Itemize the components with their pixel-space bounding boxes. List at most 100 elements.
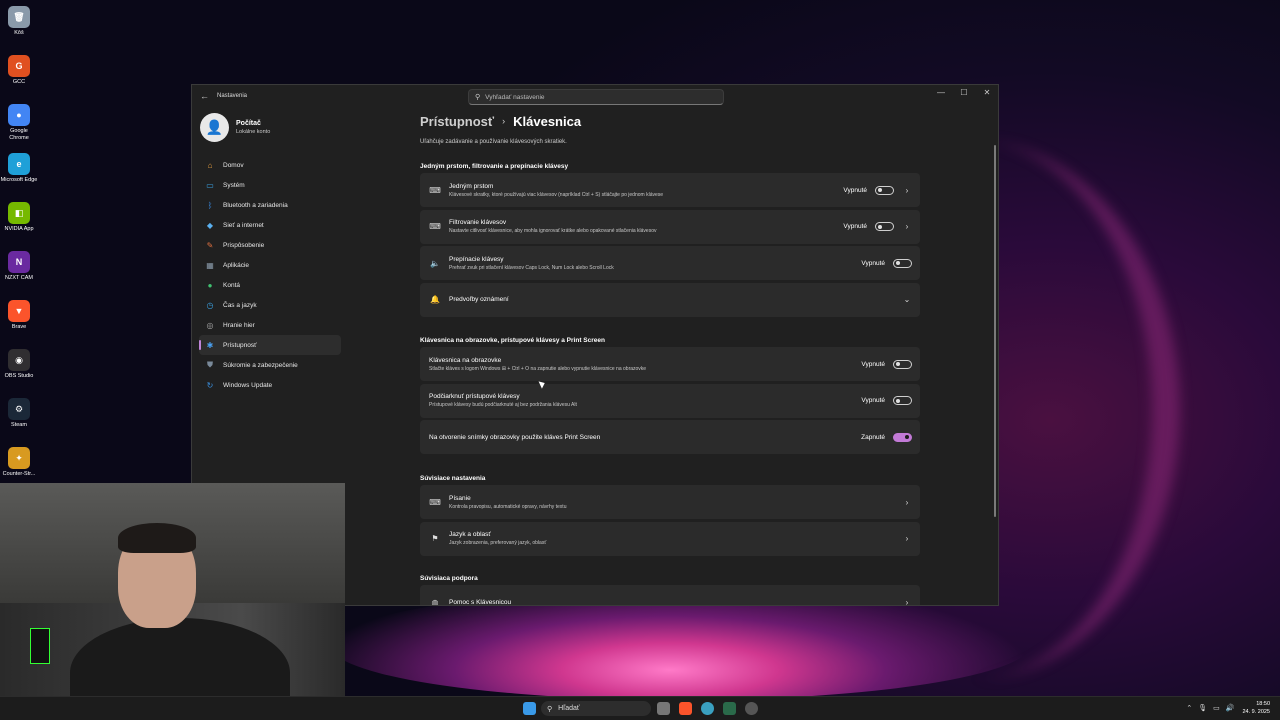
- section-heading: Súvisiaca podpora: [420, 575, 478, 582]
- setting-title: Prepínacie klávesy: [449, 255, 504, 263]
- setting-card-text: Na otvorenie snímky obrazovky použite kl…: [429, 434, 861, 441]
- task-view-icon[interactable]: [657, 702, 670, 715]
- sidebar-item[interactable]: ▭ Systém: [199, 175, 341, 195]
- sidebar-item-label: Domov: [223, 161, 244, 169]
- desktop-icon-label: Counter-Str...: [2, 471, 36, 477]
- toggle-switch[interactable]: [893, 258, 912, 268]
- setting-card[interactable]: ⌨ Jedným prstom Klávesové skratky, ktoré p…: [420, 173, 920, 207]
- desktop-icon-label: GCC: [12, 79, 26, 85]
- setting-title: Na otvorenie snímky obrazovky použite kl…: [429, 433, 601, 441]
- setting-description: Prehrať zvuk pri stlačení klávesov Caps …: [449, 264, 614, 271]
- network-icon[interactable]: ▭: [1213, 704, 1220, 712]
- breadcrumb-parent[interactable]: Prístupnosť: [420, 114, 494, 129]
- section-heading: Klávesnica na obrazovke, prístupové kláv…: [420, 337, 605, 344]
- setting-description: Klávesové skratky, ktoré používajú viac …: [449, 191, 664, 198]
- settings-search-box[interactable]: ⚲: [468, 89, 724, 105]
- desktop-icon[interactable]: N NZXT CAM: [0, 249, 38, 298]
- desktop-icon[interactable]: 🗑 Kôš: [0, 4, 38, 53]
- desktop-icon[interactable]: ▼ Brave: [0, 298, 38, 347]
- search-icon: ⚲: [547, 705, 553, 713]
- profile-block[interactable]: 👤 Počítač Lokálne konto: [200, 113, 270, 142]
- network-icon: ◆: [206, 220, 214, 230]
- setting-card-text: Písanie Kontrola pravopisu, automatické o…: [449, 495, 902, 510]
- chevron-right-icon[interactable]: ›: [902, 186, 912, 195]
- chevron-up-icon[interactable]: ⌃: [1186, 704, 1192, 712]
- scrollbar[interactable]: [994, 145, 996, 517]
- setting-title: Filtrovanie klávesov: [449, 219, 507, 226]
- brave-icon: ▼: [8, 300, 30, 322]
- counter-strike-icon: ✦: [8, 447, 30, 469]
- chevron-right-icon[interactable]: ›: [902, 534, 912, 543]
- sidebar-item[interactable]: ⌂ Domov: [199, 155, 341, 175]
- sidebar-item[interactable]: ↻ Windows Update: [199, 375, 341, 395]
- sidebar-item[interactable]: ⛊ Súkromie a zabezpečenie: [199, 355, 341, 375]
- setting-card[interactable]: Podčiarknuť prístupové klávesy Prístupové…: [420, 383, 920, 418]
- desktop-icon[interactable]: ◧ NVIDIA App: [0, 200, 38, 249]
- sidebar-item-label: Bluetooth a zariadenia: [223, 201, 288, 209]
- setting-title: Predvoľby oznámení: [449, 296, 509, 303]
- minimize-button[interactable]: —: [930, 88, 952, 97]
- setting-card[interactable]: 🔈 Prepínacie klávesy Prehrať zvuk pri stla…: [420, 246, 920, 280]
- gear-icon[interactable]: [745, 702, 758, 715]
- chevron-right-icon[interactable]: ›: [902, 222, 912, 231]
- chrome-icon: ●: [8, 104, 30, 126]
- sidebar-item[interactable]: ◎ Hranie hier: [199, 315, 341, 335]
- sidebar-item[interactable]: ▦ Aplikácie: [199, 255, 341, 275]
- setting-card[interactable]: ⌨ Filtrovanie klávesov Nastavte citlivosť …: [420, 209, 920, 244]
- toggle-switch[interactable]: [875, 185, 894, 195]
- sidebar-item[interactable]: ✎ Prispôsobenie: [199, 235, 341, 255]
- speaker-icon: 🔈: [430, 258, 440, 268]
- brush-icon: ✎: [206, 240, 214, 250]
- sidebar-item-label: Súkromie a zabezpečenie: [223, 361, 298, 369]
- setting-card[interactable]: ◍ Pomoc s Klávesnicou ›: [420, 585, 920, 606]
- brave-icon[interactable]: [679, 702, 692, 715]
- clock[interactable]: 18:50 24. 9. 2025: [1242, 700, 1270, 716]
- chevron-right-icon[interactable]: ›: [902, 598, 912, 606]
- setting-card[interactable]: Klávesnica na obrazovke Stlačte kláves s …: [420, 347, 920, 381]
- desktop-icon[interactable]: G GCC: [0, 53, 38, 102]
- setting-card-text: Jedným prstom Klávesové skratky, ktoré po…: [449, 183, 843, 198]
- setting-title: Klávesnica na obrazovke: [429, 356, 502, 364]
- toggle-switch[interactable]: [875, 222, 894, 231]
- sidebar-item[interactable]: ◆ Sieť a internet: [199, 215, 341, 235]
- desktop-icon-label: OBS Studio: [4, 373, 34, 379]
- setting-card-text: Jazyk a oblasť Jazyk zobrazenia, preferov…: [449, 531, 902, 546]
- keyboard-icon: ⌨: [429, 222, 441, 231]
- time-language-icon: ◷: [206, 300, 214, 310]
- settings-search-input[interactable]: [485, 93, 706, 101]
- close-button[interactable]: ✕: [976, 88, 998, 97]
- toggle-switch[interactable]: [893, 396, 912, 405]
- chrome-icon[interactable]: [701, 702, 714, 715]
- terminal-icon[interactable]: [723, 702, 736, 715]
- back-arrow-icon[interactable]: ←: [200, 91, 209, 101]
- toggle-switch[interactable]: [893, 432, 912, 442]
- setting-card[interactable]: 🔔 Predvoľby oznámení ⌄: [420, 282, 920, 317]
- desktop-icon[interactable]: ⚙ Steam: [0, 396, 38, 445]
- desktop-icon[interactable]: ◉ OBS Studio: [0, 347, 38, 396]
- chevron-down-icon[interactable]: ⌄: [902, 295, 912, 304]
- chevron-right-icon[interactable]: ›: [902, 498, 912, 507]
- setting-card[interactable]: Na otvorenie snímky obrazovky použite kl…: [420, 420, 920, 454]
- setting-title: Písanie: [449, 494, 471, 502]
- sidebar-item[interactable]: ✱ Prístupnosť: [199, 335, 341, 355]
- setting-title: Pomoc s Klávesnicou: [449, 598, 512, 606]
- home-icon: ⌂: [207, 160, 213, 170]
- desktop-icon[interactable]: e Microsoft Edge: [0, 151, 38, 200]
- toggle-state-label: Vypnuté: [861, 259, 885, 267]
- volume-icon[interactable]: 🔊: [1226, 704, 1235, 712]
- sidebar-item-label: Aplikácie: [223, 261, 250, 269]
- maximize-button[interactable]: ☐: [953, 88, 975, 97]
- desktop-icon[interactable]: ● Google Chrome: [0, 102, 38, 151]
- setting-card[interactable]: ⌨ Písanie Kontrola pravopisu, automatické …: [420, 485, 920, 519]
- desktop-icon-label: Microsoft Edge: [0, 177, 38, 183]
- setting-card[interactable]: ⚑ Jazyk a oblasť Jazyk zobrazenia, prefero…: [420, 521, 920, 556]
- sidebar-item[interactable]: ● Kontá: [199, 275, 341, 295]
- microphone-icon[interactable]: 🎙: [1198, 704, 1207, 712]
- start-icon[interactable]: [523, 702, 536, 715]
- system-icon: ▭: [206, 180, 214, 190]
- toggle-switch[interactable]: [893, 359, 912, 369]
- sidebar-item[interactable]: ᛒ Bluetooth a zariadenia: [199, 195, 341, 215]
- sidebar-item[interactable]: ◷ Čas a jazyk: [199, 295, 341, 315]
- sidebar-item-label: Systém: [223, 181, 245, 189]
- taskbar-search[interactable]: ⚲ Hľadať: [541, 701, 651, 716]
